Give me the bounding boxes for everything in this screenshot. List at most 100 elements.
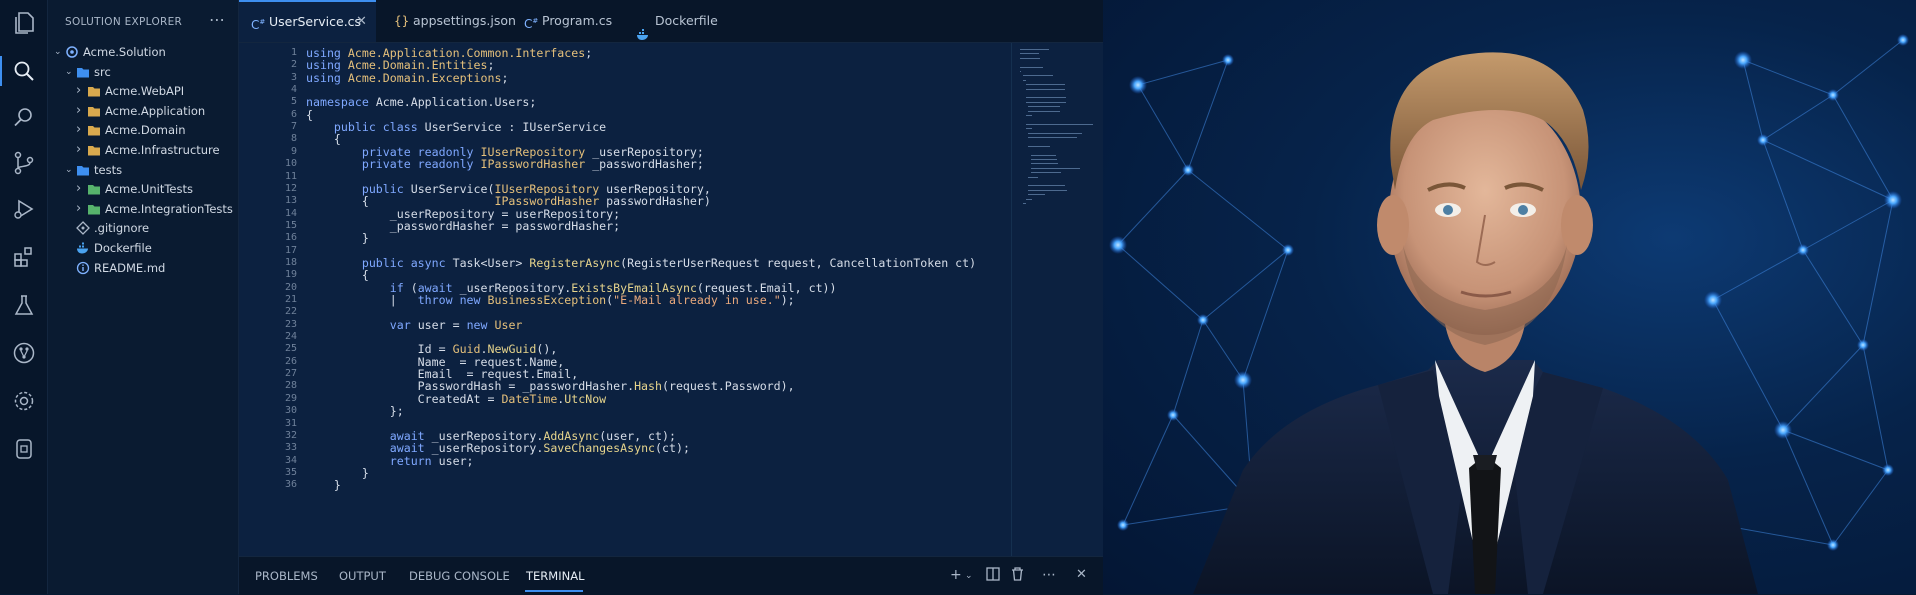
tab-dockerfile[interactable]: Dockerfile — [620, 0, 732, 42]
tree-item[interactable]: › Acme.Domain — [48, 120, 237, 140]
close-panel-icon[interactable]: ✕ — [1076, 567, 1087, 582]
tree-item[interactable]: › Acme.WebAPI — [48, 81, 237, 101]
search-icon[interactable] — [11, 58, 37, 84]
code-editor[interactable]: 1 2 3 4 5 6 7 8 9 10 11 12 13 14 15 16 17 18 19 20 21 22 23 24 2… — [239, 43, 1103, 556]
chevron-right-icon[interactable]: › — [76, 101, 86, 121]
line-number: 12 — [284, 182, 297, 194]
line-number: 26 — [284, 355, 297, 367]
more-icon[interactable]: ⋯ — [1042, 567, 1056, 583]
network-link — [1137, 84, 1189, 171]
chevron-down-icon[interactable]: ⌄ — [54, 42, 64, 62]
tree-item[interactable]: ⌄ src — [48, 62, 237, 82]
code-line: }; — [306, 404, 404, 418]
tree-item[interactable]: › Acme.Infrastructure — [48, 140, 237, 160]
tab-appsettings[interactable]: {} appsettings.json — [376, 0, 516, 42]
line-number: 33 — [284, 442, 297, 454]
minimap-line — [1025, 115, 1032, 116]
testing-flask-icon[interactable] — [11, 292, 37, 318]
panel-tab-debug-console[interactable]: DEBUG CONSOLE — [409, 569, 510, 583]
tree-item[interactable]: .gitignore — [48, 218, 237, 238]
panel-tab-output[interactable]: OUTPUT — [339, 569, 386, 583]
tree-item-label: Acme.UnitTests — [105, 182, 193, 197]
chevron-down-icon[interactable]: ⌄ — [65, 160, 75, 180]
network-link — [1782, 429, 1834, 546]
panel-tab-problems[interactable]: PROBLEMS — [255, 569, 318, 583]
minimap-line — [1028, 137, 1078, 138]
tab-program[interactable]: C# Program.cs — [512, 0, 620, 42]
tree-item[interactable]: › Acme.UnitTests — [48, 179, 237, 199]
folder-icon — [87, 104, 101, 118]
network-node — [1882, 464, 1894, 476]
git-graph-icon[interactable] — [11, 340, 37, 366]
network-node — [1129, 76, 1147, 94]
minimap-line — [1020, 49, 1049, 50]
code-area[interactable]: using Acme.Application.Common.Interfaces… — [306, 43, 1006, 556]
code-token: (RegisterUserRequest request, Cancellati… — [620, 255, 977, 270]
folder-icon — [87, 84, 101, 98]
minimap-line — [1025, 198, 1032, 200]
explorer-title: SOLUTION EXPLORER — [65, 16, 183, 28]
close-tab-icon[interactable]: ✕ — [356, 2, 367, 42]
trash-icon[interactable] — [1011, 567, 1024, 585]
csharp-file-icon: C# — [251, 18, 266, 32]
line-number: 34 — [284, 454, 297, 466]
line-number: 25 — [284, 343, 297, 355]
git-icon — [76, 221, 90, 236]
network-link — [1762, 139, 1894, 201]
tree-item-label: Acme.WebAPI — [105, 84, 185, 99]
more-actions-icon[interactable]: ⋯ — [209, 10, 225, 29]
ide-window: SOLUTION EXPLORER ⋯ ⌄ Acme.Solution ⌄ src › A… — [0, 0, 1103, 595]
tree-item[interactable]: ⌄ Acme.Solution — [48, 42, 237, 62]
code-token: SaveChangesAsync — [543, 441, 656, 456]
tree-item[interactable]: ⌄ tests — [48, 160, 237, 180]
tree-item[interactable]: README.md — [48, 258, 237, 278]
network-node — [1167, 409, 1179, 421]
code-token: IPasswordHasher — [480, 157, 586, 172]
chevron-right-icon[interactable]: › — [76, 120, 86, 140]
code-token: BusinessException — [487, 293, 607, 307]
source-control-icon[interactable] — [11, 150, 37, 176]
line-number: 15 — [284, 219, 297, 231]
network-node — [1797, 244, 1809, 256]
tab-label: UserService.cs — [269, 14, 362, 29]
files-icon[interactable] — [11, 10, 37, 36]
minimap-line — [1020, 57, 1041, 59]
line-number: 29 — [284, 392, 297, 404]
code-token: } — [306, 231, 369, 246]
code-token: (ct); — [655, 441, 690, 456]
chevron-right-icon[interactable]: › — [76, 199, 86, 219]
settings-gear-icon[interactable] — [11, 388, 37, 414]
network-node — [1734, 51, 1752, 69]
chevron-right-icon[interactable]: › — [76, 179, 86, 199]
extensions-icon[interactable] — [11, 244, 37, 270]
new-terminal-plus-icon[interactable]: + — [950, 567, 962, 583]
line-number: 18 — [284, 256, 297, 268]
line-number: 17 — [284, 244, 297, 256]
chevron-right-icon[interactable]: › — [76, 81, 86, 101]
line-number: 4 — [290, 84, 297, 96]
find-icon[interactable] — [11, 104, 37, 130]
chevron-down-icon[interactable]: ⌄ — [965, 571, 973, 581]
folder-green-icon — [87, 182, 101, 196]
chevron-right-icon[interactable]: › — [76, 140, 86, 160]
minimap-line — [1022, 203, 1027, 204]
code-token: return — [389, 453, 439, 468]
tree-item[interactable]: › Acme.IntegrationTests — [48, 199, 237, 219]
split-terminal-icon[interactable] — [986, 567, 1000, 585]
minimap[interactable] — [1011, 43, 1104, 556]
code-token: var — [389, 317, 418, 332]
run-debug-icon[interactable] — [11, 196, 37, 222]
tree-item[interactable]: › Acme.Application — [48, 101, 237, 121]
tab-userservice[interactable]: C# UserService.cs ✕ — [239, 0, 376, 42]
code-token: UserService : IUserService — [424, 120, 607, 135]
line-number: 5 — [290, 96, 297, 108]
line-number: 16 — [284, 232, 297, 244]
chevron-down-icon[interactable]: ⌄ — [65, 62, 75, 82]
docker-container-icon[interactable] — [11, 436, 37, 462]
panel-tab-terminal[interactable]: TERMINAL — [526, 569, 584, 583]
docker-icon — [76, 241, 90, 255]
code-token: ; — [501, 70, 509, 85]
line-number: 30 — [284, 405, 297, 417]
terminal-active-underline — [525, 590, 583, 592]
tree-item[interactable]: Dockerfile — [48, 238, 237, 258]
